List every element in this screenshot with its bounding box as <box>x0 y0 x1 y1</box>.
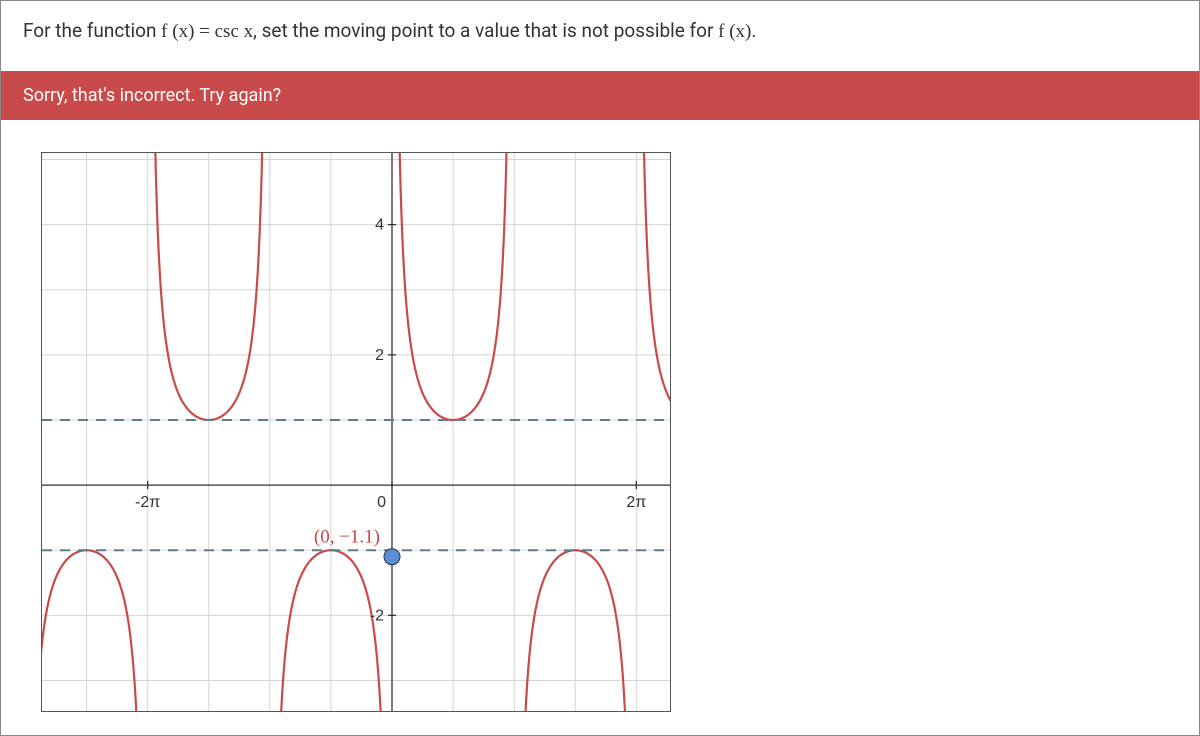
prompt-func: f (x) = csc x <box>161 21 253 42</box>
prompt-middle: , set the moving point to a value that i… <box>253 19 718 42</box>
y-tick-label: 2 <box>375 347 384 364</box>
csc-branch <box>42 550 143 712</box>
csc-branch <box>640 153 671 412</box>
moving-point-label: (0, −1.1) <box>314 527 380 548</box>
y-tick-label: -2 <box>370 607 384 624</box>
x-tick-label: 0 <box>377 494 386 511</box>
prompt-prefix: For the function <box>23 19 161 42</box>
x-tick-label: 2π <box>626 494 646 511</box>
prompt-func2: f (x) <box>718 21 751 42</box>
graph-container[interactable]: -2π 0 2π 4 2 -2 (0, −1.1) <box>41 152 671 712</box>
y-tick-label: 4 <box>375 217 384 234</box>
prompt-suffix: . <box>751 19 756 42</box>
x-tick-label: -2π <box>135 494 160 511</box>
moving-point[interactable] <box>384 549 400 565</box>
feedback-bar: Sorry, that's incorrect. Try again? <box>1 71 1199 120</box>
question-prompt: For the function f (x) = csc x, set the … <box>1 1 1199 71</box>
graph-svg[interactable]: -2π 0 2π 4 2 -2 (0, −1.1) <box>42 153 671 712</box>
feedback-text: Sorry, that's incorrect. Try again? <box>23 85 281 106</box>
